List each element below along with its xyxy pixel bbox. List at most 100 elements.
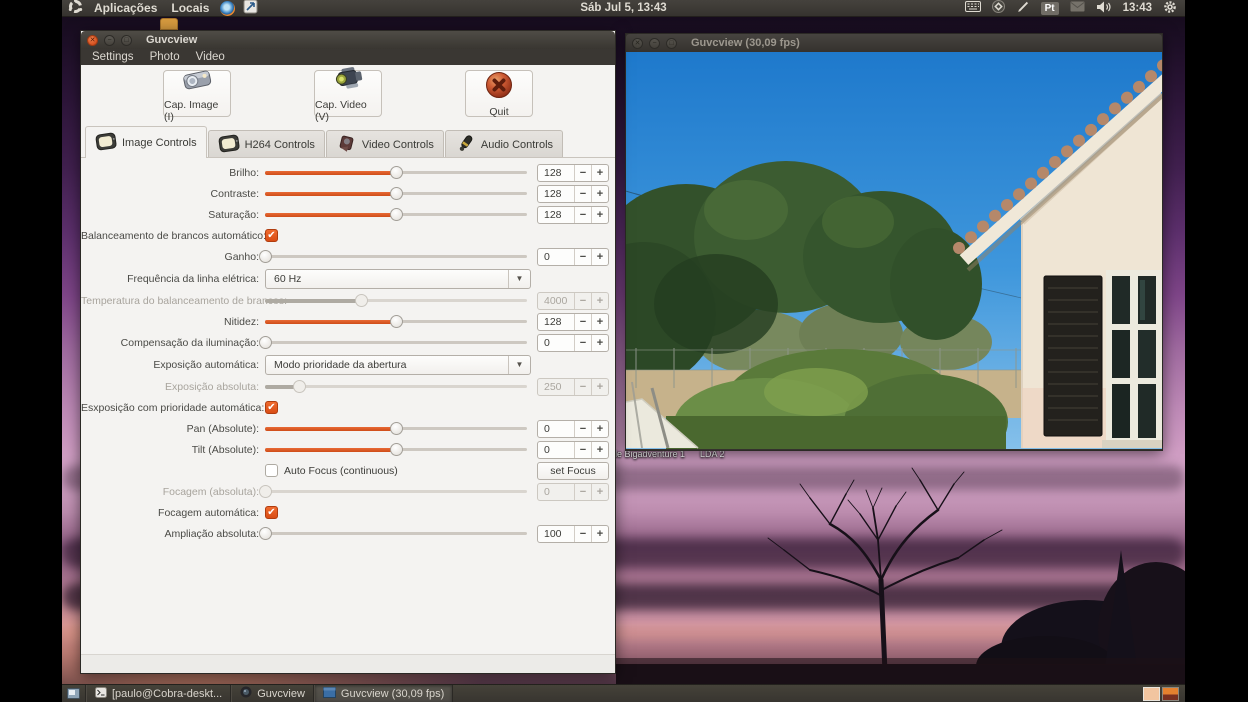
dropdown[interactable]: Modo prioridade da abertura▼ <box>265 355 531 375</box>
checkbox[interactable]: ✔ <box>265 401 278 414</box>
value-spinbox[interactable]: 128−+ <box>537 185 609 203</box>
spinbox-value[interactable]: 128 <box>538 186 574 202</box>
minus-button[interactable]: − <box>574 484 591 500</box>
slider-handle[interactable] <box>390 422 403 435</box>
value-spinbox[interactable]: 128−+ <box>537 206 609 224</box>
panel-clock-time[interactable]: 13:43 <box>1123 2 1152 14</box>
spinbox-value[interactable]: 4000 <box>538 293 574 309</box>
plus-button[interactable]: + <box>591 293 608 309</box>
mail-icon[interactable] <box>1070 1 1085 15</box>
spinbox-value[interactable]: 128 <box>538 314 574 330</box>
close-icon[interactable]: ✕ <box>632 38 643 49</box>
slider-handle[interactable] <box>390 443 403 456</box>
set-focus-button[interactable]: set Focus <box>537 462 609 480</box>
value-spinbox[interactable]: 0−+ <box>537 248 609 266</box>
menu-places[interactable]: Locais <box>168 1 212 15</box>
slider[interactable] <box>265 290 527 311</box>
show-desktop-button[interactable] <box>62 685 86 702</box>
minus-button[interactable]: − <box>574 293 591 309</box>
quit-button[interactable]: Quit <box>465 70 533 117</box>
spinbox-value[interactable]: 0 <box>538 335 574 351</box>
menu-item-video[interactable]: Video <box>189 50 232 64</box>
slider[interactable] <box>265 481 527 502</box>
taskbar-item[interactable]: [paulo@Cobra-deskt... <box>86 685 231 702</box>
cap-image-button[interactable]: Cap. Image (I) <box>163 70 231 117</box>
slider-handle[interactable] <box>259 485 272 498</box>
value-spinbox[interactable]: 128−+ <box>537 313 609 331</box>
value-spinbox[interactable]: 250−+ <box>537 378 609 396</box>
value-spinbox[interactable]: 0−+ <box>537 483 609 501</box>
value-spinbox[interactable]: 0−+ <box>537 420 609 438</box>
slider-handle[interactable] <box>259 250 272 263</box>
checkbox[interactable]: ✔ <box>265 229 278 242</box>
minimize-icon[interactable]: − <box>649 38 660 49</box>
checkbox[interactable]: ✔ <box>265 464 278 477</box>
maximize-icon[interactable]: □ <box>121 35 132 46</box>
spinbox-value[interactable]: 250 <box>538 379 574 395</box>
taskbar-item[interactable]: Guvcview (30,09 fps) <box>314 685 453 702</box>
dropdown[interactable]: 60 Hz▼ <box>265 269 531 289</box>
video-window-titlebar[interactable]: ✕ − □ Guvcview (30,09 fps) <box>626 34 1162 52</box>
plus-button[interactable]: + <box>591 442 608 458</box>
plus-button[interactable]: + <box>591 526 608 542</box>
volume-icon[interactable] <box>1096 1 1112 16</box>
slider[interactable] <box>265 162 527 183</box>
slider[interactable] <box>265 376 527 397</box>
plus-button[interactable]: + <box>591 335 608 351</box>
plus-button[interactable]: + <box>591 421 608 437</box>
minus-button[interactable]: − <box>574 526 591 542</box>
plus-button[interactable]: + <box>591 186 608 202</box>
spinbox-value[interactable]: 0 <box>538 421 574 437</box>
language-indicator[interactable]: Pt <box>1041 2 1059 15</box>
spinbox-value[interactable]: 128 <box>538 165 574 181</box>
slider[interactable] <box>265 246 527 267</box>
value-spinbox[interactable]: 4000−+ <box>537 292 609 310</box>
minus-button[interactable]: − <box>574 249 591 265</box>
slider-handle[interactable] <box>390 187 403 200</box>
plus-button[interactable]: + <box>591 165 608 181</box>
workspace-2[interactable] <box>1162 687 1179 701</box>
control-window-titlebar[interactable]: ✕ − □ Guvcview <box>81 31 615 49</box>
slider-track[interactable] <box>265 532 527 535</box>
menu-item-photo[interactable]: Photo <box>143 50 187 64</box>
spinbox-value[interactable]: 128 <box>538 207 574 223</box>
slider-handle[interactable] <box>390 166 403 179</box>
tab-video-controls[interactable]: Video Controls <box>326 130 444 158</box>
tab-image-controls[interactable]: Image Controls <box>85 126 207 158</box>
menu-item-settings[interactable]: Settings <box>85 50 141 64</box>
updates-icon[interactable] <box>992 0 1005 16</box>
checkbox[interactable]: ✔ <box>265 506 278 519</box>
slider[interactable] <box>265 439 527 460</box>
slider[interactable] <box>265 183 527 204</box>
slider-handle[interactable] <box>390 315 403 328</box>
pen-icon[interactable] <box>1016 0 1030 17</box>
slider[interactable] <box>265 523 527 544</box>
minus-button[interactable]: − <box>574 186 591 202</box>
firefox-icon[interactable] <box>220 1 235 16</box>
close-icon[interactable]: ✕ <box>87 35 98 46</box>
tab-audio-controls[interactable]: Audio Controls <box>445 130 563 158</box>
minus-button[interactable]: − <box>574 314 591 330</box>
spinbox-value[interactable]: 100 <box>538 526 574 542</box>
slider-track[interactable] <box>265 490 527 493</box>
slider-handle[interactable] <box>259 336 272 349</box>
value-spinbox[interactable]: 100−+ <box>537 525 609 543</box>
value-spinbox[interactable]: 0−+ <box>537 334 609 352</box>
gear-icon[interactable] <box>1163 0 1177 17</box>
minus-button[interactable]: − <box>574 442 591 458</box>
chevron-down-icon[interactable]: ▼ <box>508 356 530 374</box>
slider[interactable] <box>265 332 527 353</box>
ubuntu-logo-icon[interactable] <box>68 0 83 17</box>
slider[interactable] <box>265 418 527 439</box>
keyboard-icon[interactable] <box>965 1 981 15</box>
slider-handle[interactable] <box>293 380 306 393</box>
minus-button[interactable]: − <box>574 335 591 351</box>
slider-handle[interactable] <box>259 527 272 540</box>
plus-button[interactable]: + <box>591 379 608 395</box>
plus-button[interactable]: + <box>591 314 608 330</box>
menu-applications[interactable]: Aplicações <box>91 1 160 15</box>
taskbar-item[interactable]: Guvcview <box>231 685 314 702</box>
value-spinbox[interactable]: 0−+ <box>537 441 609 459</box>
tab-h264-controls[interactable]: H264 Controls <box>208 130 325 158</box>
launcher-icon[interactable] <box>243 0 258 17</box>
